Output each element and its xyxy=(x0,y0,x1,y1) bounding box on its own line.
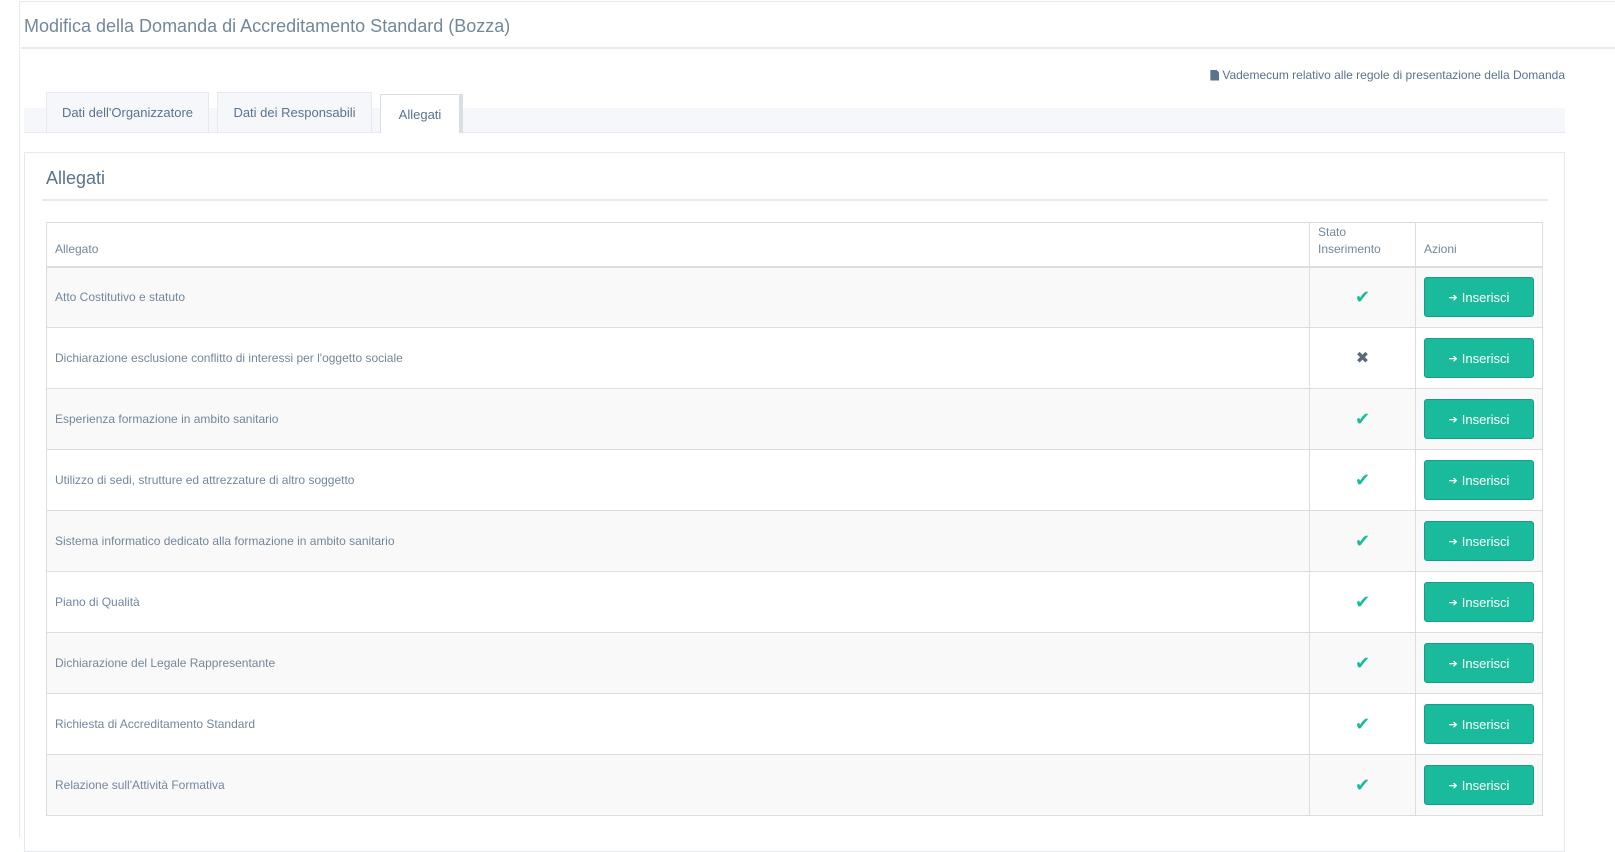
azioni-cell: ➔ Inserisci xyxy=(1415,510,1543,572)
stato-cell: ✔ xyxy=(1309,388,1416,450)
allegato-name: Atto Costitutivo e statuto xyxy=(46,266,1310,328)
azioni-cell: ➔ Inserisci xyxy=(1415,693,1543,755)
tab-label: Allegati xyxy=(398,106,442,122)
close-icon: ✖ xyxy=(1355,350,1370,367)
inserisci-label: Inserisci xyxy=(1461,472,1510,488)
tab-label: Dati dei Responsabili xyxy=(233,105,356,120)
document-icon xyxy=(1210,69,1220,81)
sign-in-icon: ➔ xyxy=(1448,352,1458,365)
sign-in-icon: ➔ xyxy=(1448,718,1458,731)
sign-in-icon: ➔ xyxy=(1448,779,1458,792)
table-row: Atto Costitutivo e statuto ✔ ➔ Inserisci xyxy=(46,266,1543,328)
check-icon: ✔ xyxy=(1354,652,1371,673)
stato-cell: ✔ xyxy=(1309,754,1416,816)
inserisci-button[interactable]: ➔ Inserisci xyxy=(1424,521,1534,561)
check-icon: ✔ xyxy=(1354,774,1371,795)
stato-cell: ✔ xyxy=(1309,266,1416,328)
inserisci-label: Inserisci xyxy=(1461,411,1510,427)
column-header-stato: Stato Inserimento xyxy=(1309,222,1416,268)
inserisci-button[interactable]: ➔ Inserisci xyxy=(1424,399,1534,439)
azioni-cell: ➔ Inserisci xyxy=(1415,327,1543,389)
sign-in-icon: ➔ xyxy=(1448,657,1458,670)
table-row: Dichiarazione del Legale Rappresentante ✔… xyxy=(46,632,1543,694)
allegato-name: Relazione sull'Attività Formativa xyxy=(46,754,1310,816)
table-row: Piano di Qualità ✔ ➔ Inserisci xyxy=(46,571,1543,633)
azioni-cell: ➔ Inserisci xyxy=(1415,449,1543,511)
check-icon: ✔ xyxy=(1354,469,1371,490)
column-header-azioni: Azioni xyxy=(1415,222,1543,268)
title-divider xyxy=(21,47,1615,49)
allegato-name: Esperienza formazione in ambito sanitari… xyxy=(46,388,1310,450)
stato-cell: ✔ xyxy=(1309,632,1416,694)
table-row: Dichiarazione esclusione conflitto di in… xyxy=(46,327,1543,389)
inserisci-button[interactable]: ➔ Inserisci xyxy=(1424,643,1534,683)
sign-in-icon: ➔ xyxy=(1448,291,1458,304)
azioni-cell: ➔ Inserisci xyxy=(1415,754,1543,816)
table-row: Sistema informatico dedicato alla formaz… xyxy=(46,510,1543,572)
inserisci-button[interactable]: ➔ Inserisci xyxy=(1424,460,1534,500)
allegato-name: Richiesta di Accreditamento Standard xyxy=(46,693,1310,755)
stato-cell: ✔ xyxy=(1309,571,1416,633)
panel-title: Allegati xyxy=(46,168,106,188)
inserisci-button[interactable]: ➔ Inserisci xyxy=(1424,765,1534,805)
tab-label: Dati dell'Organizzatore xyxy=(61,105,194,120)
inserisci-button[interactable]: ➔ Inserisci xyxy=(1424,338,1534,378)
azioni-cell: ➔ Inserisci xyxy=(1415,388,1543,450)
inserisci-button[interactable]: ➔ Inserisci xyxy=(1424,582,1534,622)
check-icon: ✔ xyxy=(1354,408,1371,429)
column-header-allegato: Allegato xyxy=(46,222,1310,268)
table-row: Utilizzo di sedi, strutture ed attrezzat… xyxy=(46,449,1543,511)
azioni-cell: ➔ Inserisci xyxy=(1415,266,1543,328)
sign-in-icon: ➔ xyxy=(1448,413,1458,426)
inserisci-label: Inserisci xyxy=(1461,533,1510,549)
inserisci-label: Inserisci xyxy=(1461,777,1510,793)
vademecum-link[interactable]: Vademecum relativo alle regole di presen… xyxy=(1210,68,1565,82)
sign-in-icon: ➔ xyxy=(1448,535,1458,548)
table-row: Relazione sull'Attività Formativa ✔ ➔ Inser… xyxy=(46,754,1543,816)
table-header-row: Allegato Stato Inserimento Azioni xyxy=(46,222,1543,268)
allegato-name: Utilizzo di sedi, strutture ed attrezzat… xyxy=(46,449,1310,511)
inserisci-button[interactable]: ➔ Inserisci xyxy=(1424,704,1534,744)
table-row: Richiesta di Accreditamento Standard ✔ ➔ In… xyxy=(46,693,1543,755)
panel-divider xyxy=(42,199,1548,201)
sign-in-icon: ➔ xyxy=(1448,474,1458,487)
check-icon: ✔ xyxy=(1354,530,1371,551)
stato-cell: ✔ xyxy=(1309,449,1416,511)
check-icon: ✔ xyxy=(1354,591,1371,612)
table-row: Esperienza formazione in ambito sanitari… xyxy=(46,388,1543,450)
vademecum-link-label: Vademecum relativo alle regole di presen… xyxy=(1222,68,1565,82)
stato-cell: ✔ xyxy=(1309,693,1416,755)
sign-in-icon: ➔ xyxy=(1448,596,1458,609)
inserisci-label: Inserisci xyxy=(1461,594,1510,610)
allegato-name: Dichiarazione esclusione conflitto di in… xyxy=(46,327,1310,389)
allegato-name: Sistema informatico dedicato alla formaz… xyxy=(46,510,1310,572)
azioni-cell: ➔ Inserisci xyxy=(1415,632,1543,694)
tab-dati-responsabili[interactable]: Dati dei Responsabili xyxy=(217,92,372,132)
stato-cell: ✖ xyxy=(1309,327,1416,389)
table-body: Atto Costitutivo e statuto ✔ ➔ Inserisci Dic… xyxy=(46,266,1543,816)
allegato-name: Piano di Qualità xyxy=(46,571,1310,633)
inserisci-label: Inserisci xyxy=(1461,289,1510,305)
allegati-table: Allegato Stato Inserimento Azioni Atto C… xyxy=(46,222,1543,816)
inserisci-label: Inserisci xyxy=(1461,655,1510,671)
stato-cell: ✔ xyxy=(1309,510,1416,572)
check-icon: ✔ xyxy=(1354,713,1371,734)
inserisci-label: Inserisci xyxy=(1461,716,1510,732)
tab-allegati[interactable]: Allegati xyxy=(380,94,463,133)
check-icon: ✔ xyxy=(1354,286,1371,307)
page-title: Modifica della Domanda di Accreditamento… xyxy=(24,16,511,36)
allegato-name: Dichiarazione del Legale Rappresentante xyxy=(46,632,1310,694)
inserisci-button[interactable]: ➔ Inserisci xyxy=(1424,277,1534,318)
azioni-cell: ➔ Inserisci xyxy=(1415,571,1543,633)
inserisci-label: Inserisci xyxy=(1461,350,1510,366)
tab-dati-organizzatore[interactable]: Dati dell'Organizzatore xyxy=(46,92,209,132)
